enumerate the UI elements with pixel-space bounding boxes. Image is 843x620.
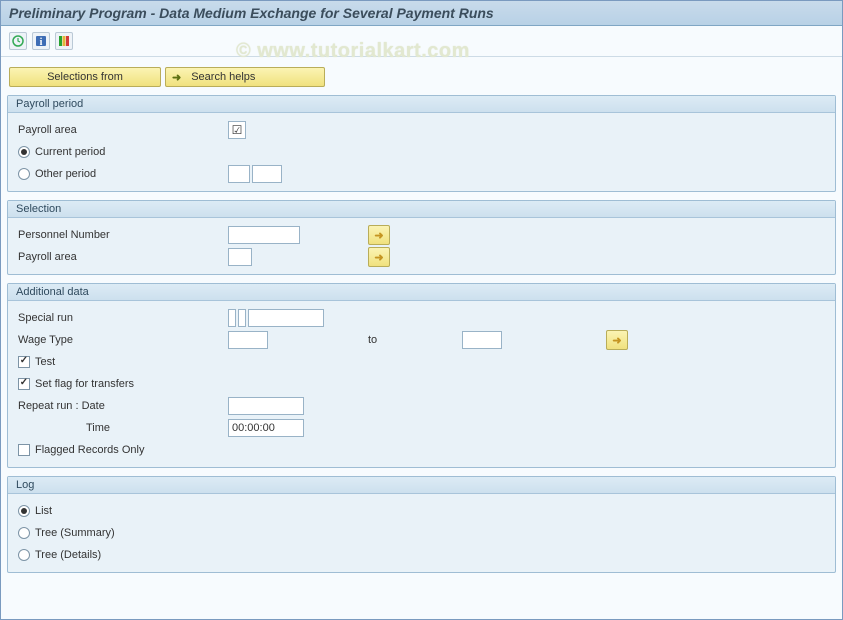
label-payroll-area-sel: Payroll area [18,251,228,263]
radio-log-list[interactable]: List [18,505,52,517]
checkbox-label: Test [35,356,55,368]
group-selection: Selection Personnel Number ➜ Payroll are… [7,200,836,275]
label-to: to [368,334,462,346]
checkbox-label: Set flag for transfers [35,378,134,390]
radio-current-period[interactable]: Current period [18,146,228,158]
other-period-input-1[interactable] [228,165,250,183]
radio-icon [18,505,30,517]
special-run-input-1[interactable] [228,309,236,327]
arrow-right-icon: ➜ [374,229,383,242]
checkmark-icon: ☑ [232,123,243,137]
checkbox-flagged-only[interactable]: Flagged Records Only [18,444,144,456]
radio-icon [18,146,30,158]
radio-label: List [35,505,52,517]
group-title: Log [8,477,835,494]
execute-button[interactable] [9,32,27,50]
svg-text:i: i [40,37,43,47]
checkbox-set-flag[interactable]: Set flag for transfers [18,378,134,390]
radio-log-tree-details[interactable]: Tree (Details) [18,549,101,561]
radio-icon [18,168,30,180]
checkbox-test[interactable]: Test [18,356,55,368]
selections-from-button[interactable]: Selections from [9,67,161,87]
group-log: Log List Tree (Summary) [7,476,836,573]
label-personnel-number: Personnel Number [18,229,228,241]
group-title: Additional data [8,284,835,301]
time-input[interactable] [228,419,304,437]
group-payroll-period: Payroll period Payroll area ☑ Current pe… [7,95,836,192]
special-run-input-3[interactable] [248,309,324,327]
multi-select-button[interactable]: ➜ [368,225,390,245]
multi-select-button[interactable]: ➜ [606,330,628,350]
radio-icon [18,549,30,561]
wage-type-to-input[interactable] [462,331,502,349]
search-helps-button[interactable]: ➜ Search helps [165,67,325,87]
label-time: Time [18,422,228,434]
payroll-area-input[interactable] [228,248,252,266]
color-button[interactable] [55,32,73,50]
group-title: Payroll period [8,96,835,113]
color-bars-icon [58,35,70,47]
label-wage-type: Wage Type [18,334,228,346]
radio-label: Current period [35,146,105,158]
info-button[interactable]: i [32,32,50,50]
checkbox-label: Flagged Records Only [35,444,144,456]
checkbox-icon [18,444,30,456]
radio-icon [18,527,30,539]
label-special-run: Special run [18,312,228,324]
radio-label: Tree (Details) [35,549,101,561]
arrow-right-icon: ➜ [172,71,181,84]
label-repeat-run: Repeat run : Date [18,400,228,412]
special-run-input-2[interactable] [238,309,246,327]
radio-other-period[interactable]: Other period [18,168,228,180]
other-period-input-2[interactable] [252,165,282,183]
radio-label: Other period [35,168,96,180]
personnel-number-input[interactable] [228,226,300,244]
clock-execute-icon [12,35,24,47]
page-title: Preliminary Program - Data Medium Exchan… [9,5,494,21]
group-additional-data: Additional data Special run Wage Type to [7,283,836,468]
label-payroll-area: Payroll area [18,124,228,136]
payroll-area-checkbox[interactable]: ☑ [228,121,246,139]
info-icon: i [35,35,47,47]
repeat-run-date-input[interactable] [228,397,304,415]
arrow-right-icon: ➜ [374,251,383,264]
checkbox-icon [18,378,30,390]
radio-label: Tree (Summary) [35,527,115,539]
radio-log-tree-summary[interactable]: Tree (Summary) [18,527,115,539]
checkbox-icon [18,356,30,368]
wage-type-from-input[interactable] [228,331,268,349]
button-label: Search helps [191,71,255,83]
arrow-right-icon: ➜ [612,334,621,347]
button-label: Selections from [47,71,123,83]
multi-select-button[interactable]: ➜ [368,247,390,267]
group-title: Selection [8,201,835,218]
